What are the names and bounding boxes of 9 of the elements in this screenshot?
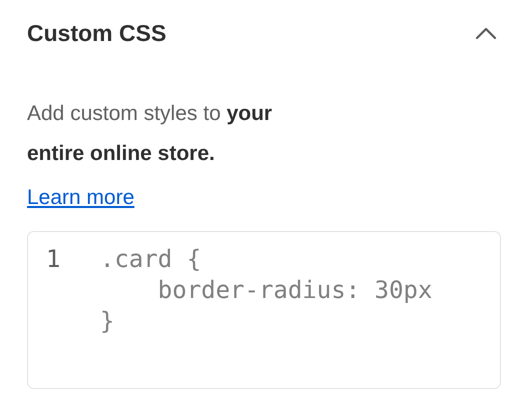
section-title: Custom CSS bbox=[27, 20, 166, 46]
code-editor[interactable]: 1 .card { border-radius: 30px } bbox=[27, 231, 501, 389]
code-line: } bbox=[100, 306, 116, 337]
line-number: 1 bbox=[46, 244, 62, 275]
learn-more-link[interactable]: Learn more bbox=[27, 184, 134, 212]
code-line: border-radius: 30px bbox=[156, 275, 434, 306]
code-line: .card { bbox=[100, 244, 202, 275]
chevron-icon bbox=[475, 26, 497, 40]
description-text: Add custom styles to your entire online store. bbox=[27, 101, 274, 167]
